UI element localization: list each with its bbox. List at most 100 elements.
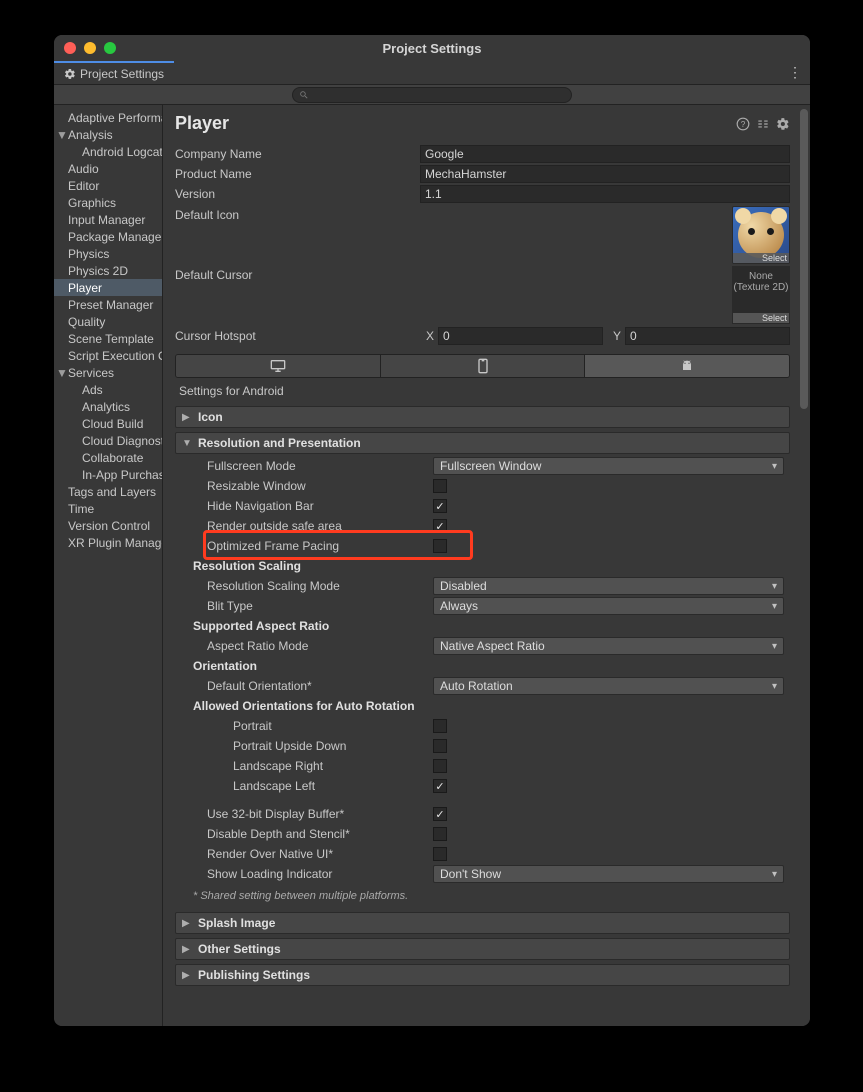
blit-dropdown[interactable]: Always (433, 597, 784, 615)
maximize-window-button[interactable] (104, 42, 116, 54)
sidebar-item-graphics[interactable]: Graphics (54, 194, 162, 211)
foldout-resolution[interactable]: ▼ Resolution and Presentation (175, 432, 790, 454)
search-input[interactable] (292, 87, 572, 103)
sidebar-item-quality[interactable]: Quality (54, 313, 162, 330)
vertical-scrollbar[interactable] (798, 105, 810, 1026)
res-scaling-mode-label: Resolution Scaling Mode (193, 579, 433, 593)
tab-project-settings[interactable]: Project Settings (54, 61, 174, 84)
land-left-checkbox[interactable] (433, 779, 447, 793)
sidebar-item-physics[interactable]: Physics (54, 245, 162, 262)
foldout-icon[interactable]: ▶ Icon (175, 406, 790, 428)
sidebar-item-label: Physics (68, 247, 109, 261)
hide-nav-checkbox[interactable] (433, 499, 447, 513)
foldout-publish[interactable]: ▶ Publishing Settings (175, 964, 790, 986)
platform-tab-android[interactable] (585, 355, 789, 377)
company-name-label: Company Name (175, 147, 420, 161)
hotspot-y-input[interactable] (625, 327, 790, 345)
loading-ind-dropdown[interactable]: Don't Show (433, 865, 784, 883)
sidebar-item-input-manager[interactable]: Input Manager (54, 211, 162, 228)
foldout-other[interactable]: ▶ Other Settings (175, 938, 790, 960)
default-cursor-preview[interactable]: None (Texture 2D) Select (732, 266, 790, 324)
sidebar-item-audio[interactable]: Audio (54, 160, 162, 177)
res-scaling-mode-dropdown[interactable]: Disabled (433, 577, 784, 595)
tab-menu-button[interactable]: ⋮ (788, 64, 802, 81)
sidebar-item-collaborate[interactable]: Collaborate (54, 449, 162, 466)
gear-icon[interactable] (776, 117, 790, 131)
frame-pacing-checkbox[interactable] (433, 539, 447, 553)
close-window-button[interactable] (64, 42, 76, 54)
tab-row: Project Settings ⋮ (54, 61, 810, 85)
sidebar-item-version-control[interactable]: Version Control (54, 517, 162, 534)
land-right-checkbox[interactable] (433, 759, 447, 773)
hide-nav-row: Hide Navigation Bar (193, 496, 784, 516)
default-icon-preview[interactable]: Select (732, 206, 790, 264)
fullscreen-mode-dropdown[interactable]: Fullscreen Window (433, 457, 784, 475)
loading-ind-label: Show Loading Indicator (193, 867, 433, 881)
cursor-hotspot-row: Cursor Hotspot X Y (175, 326, 790, 346)
disable-depth-checkbox[interactable] (433, 827, 447, 841)
res-scaling-header-label: Resolution Scaling (193, 559, 433, 573)
sidebar-item-label: Services (68, 366, 114, 380)
sidebar-item-preset-manager[interactable]: Preset Manager (54, 296, 162, 313)
blit-row: Blit Type Always (193, 596, 784, 616)
sidebar-item-xr-plugin-management[interactable]: XR Plugin Management (54, 534, 162, 551)
sidebar-item-services[interactable]: ▼Services (54, 364, 162, 381)
render-safe-checkbox[interactable] (433, 519, 447, 533)
cursor-hotspot-label: Cursor Hotspot (175, 329, 420, 343)
select-cursor-button[interactable]: Select (733, 313, 789, 323)
sidebar-item-tags-and-layers[interactable]: Tags and Layers (54, 483, 162, 500)
version-row: Version (175, 184, 790, 204)
default-cursor-row: Default Cursor None (Texture 2D) Select (175, 266, 790, 324)
product-name-input[interactable] (420, 165, 790, 183)
render-native-checkbox[interactable] (433, 847, 447, 861)
sidebar-item-editor[interactable]: Editor (54, 177, 162, 194)
default-orient-dropdown[interactable]: Auto Rotation (433, 677, 784, 695)
use32-checkbox[interactable] (433, 807, 447, 821)
scroll-thumb[interactable] (800, 109, 808, 409)
sidebar-item-adaptive-performance[interactable]: Adaptive Performance (54, 109, 162, 126)
sidebar-item-package-manager[interactable]: Package Manager (54, 228, 162, 245)
portrait-ud-label: Portrait Upside Down (193, 739, 433, 753)
hotspot-x-input[interactable] (438, 327, 603, 345)
company-name-input[interactable] (420, 145, 790, 163)
foldout-splash[interactable]: ▶ Splash Image (175, 912, 790, 934)
resizable-window-checkbox[interactable] (433, 479, 447, 493)
sidebar-item-label: In-App Purchasing (82, 468, 163, 482)
minimize-window-button[interactable] (84, 42, 96, 54)
svg-text:?: ? (741, 119, 746, 128)
sidebar-item-ads[interactable]: Ads (54, 381, 162, 398)
product-name-label: Product Name (175, 167, 420, 181)
portrait-checkbox[interactable] (433, 719, 447, 733)
foldout-resolution-label: Resolution and Presentation (198, 436, 361, 450)
disable-depth-row: Disable Depth and Stencil* (193, 824, 784, 844)
help-icon[interactable]: ? (736, 117, 750, 131)
sidebar-item-analytics[interactable]: Analytics (54, 398, 162, 415)
settings-sidebar: Adaptive Performance▼AnalysisAndroid Log… (54, 105, 163, 1026)
sidebar-item-physics-2d[interactable]: Physics 2D (54, 262, 162, 279)
foldout-other-label: Other Settings (198, 942, 281, 956)
platform-tabs (175, 354, 790, 378)
player-settings-content: Player ? Company Name Product Name (163, 105, 798, 1026)
select-icon-button[interactable]: Select (733, 253, 789, 263)
sidebar-item-scene-template[interactable]: Scene Template (54, 330, 162, 347)
sidebar-item-in-app-purchasing[interactable]: In-App Purchasing (54, 466, 162, 483)
sidebar-item-player[interactable]: Player (54, 279, 162, 296)
shared-footnote: * Shared setting between multiple platfo… (193, 884, 784, 906)
sidebar-item-android-logcat-settings[interactable]: Android Logcat Settings (54, 143, 162, 160)
sidebar-item-cloud-diagnostics[interactable]: Cloud Diagnostics (54, 432, 162, 449)
gear-icon (64, 68, 76, 80)
preset-icon[interactable] (756, 117, 770, 131)
portrait-ud-checkbox[interactable] (433, 739, 447, 753)
loading-ind-row: Show Loading Indicator Don't Show (193, 864, 784, 884)
land-right-label: Landscape Right (193, 759, 433, 773)
sidebar-item-analysis[interactable]: ▼Analysis (54, 126, 162, 143)
version-input[interactable] (420, 185, 790, 203)
res-scaling-mode-row: Resolution Scaling Mode Disabled (193, 576, 784, 596)
sidebar-item-time[interactable]: Time (54, 500, 162, 517)
aspect-mode-dropdown[interactable]: Native Aspect Ratio (433, 637, 784, 655)
platform-tab-standalone[interactable] (176, 355, 381, 377)
platform-tab-ios[interactable] (381, 355, 586, 377)
tab-label: Project Settings (80, 67, 164, 81)
sidebar-item-cloud-build[interactable]: Cloud Build (54, 415, 162, 432)
sidebar-item-script-execution-order[interactable]: Script Execution Order (54, 347, 162, 364)
